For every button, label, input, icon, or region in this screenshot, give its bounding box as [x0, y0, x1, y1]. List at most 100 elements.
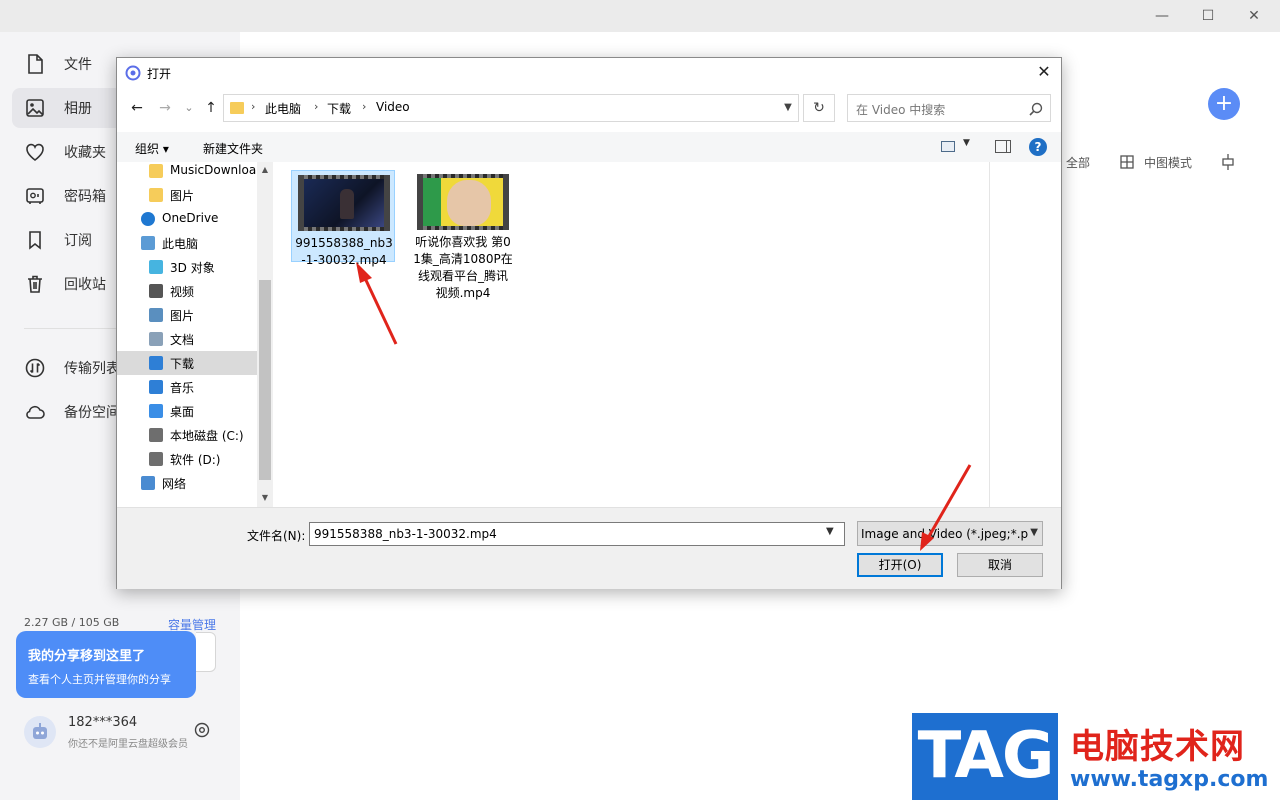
user-vip-status: 你还不是阿里云盘超级会员 — [68, 739, 188, 750]
view-options-icon[interactable] — [941, 141, 955, 152]
tree-item[interactable]: MusicDownloa — [117, 162, 257, 183]
up-button[interactable]: ↑ — [201, 98, 221, 118]
tree-item[interactable]: 音乐 — [117, 375, 257, 399]
chevron-down-icon: ▼ — [1028, 527, 1038, 538]
transfer-icon — [25, 358, 45, 378]
align-icon[interactable] — [1220, 153, 1236, 171]
dialog-close-button[interactable]: ✕ — [1029, 60, 1059, 84]
film-strip — [423, 226, 503, 230]
film-strip — [304, 175, 384, 179]
tree-item[interactable]: 此电脑 — [117, 231, 257, 255]
sidebar-item-label: 相册 — [64, 101, 92, 117]
open-button[interactable]: 打开(O) — [857, 553, 943, 577]
tree-item[interactable]: 网络 — [117, 471, 257, 495]
sidebar-item-label: 文件 — [64, 57, 92, 73]
dialog-title: 打开 — [147, 67, 172, 81]
tree-item[interactable]: 下载 — [117, 351, 257, 375]
preview-pane — [989, 162, 1061, 507]
add-button[interactable]: + — [1208, 88, 1240, 120]
tree-item[interactable]: 图片 — [117, 183, 257, 207]
chevron-down-icon[interactable]: ▼ — [826, 526, 834, 537]
file-type-value: Image and Video (*.jpeg;*.pn — [861, 527, 1036, 541]
new-folder-button[interactable]: 新建文件夹 — [203, 140, 263, 157]
breadcrumb-item[interactable]: 此电脑 — [265, 100, 301, 117]
scroll-up-arrow[interactable]: ▲ — [259, 164, 271, 176]
open-file-dialog: 打开 ✕ ← → ⌄ ↑ › 此电脑 › 下载 › Video ▼ ↻ 在 Vi… — [116, 57, 1062, 589]
tree-item-label: 图片 — [170, 189, 195, 203]
profile-card-edge[interactable] — [196, 632, 216, 672]
tree-item[interactable]: 本地磁盘 (C:) — [117, 423, 257, 447]
command-bar: 组织 ▾ 新建文件夹 ▼ ? — [117, 132, 1061, 162]
sidebar-item-label: 备份空间 — [64, 405, 120, 421]
file-icon — [28, 54, 43, 74]
avatar[interactable] — [24, 716, 56, 748]
breadcrumb-item[interactable]: 下载 — [327, 100, 351, 117]
folder-icon — [149, 164, 163, 178]
organize-menu[interactable]: 组织 ▾ — [135, 140, 169, 157]
tree-item[interactable]: 3D 对象 — [117, 255, 257, 279]
chevron-right-icon: › — [314, 100, 319, 113]
file-name: 听说你喜欢我 第01集_高清1080P在线观看平台_腾讯视频.mp4 — [413, 235, 513, 300]
dialog-footer: 文件名(N): 991558388_nb3-1-30032.mp4 ▼ Imag… — [117, 507, 1061, 589]
minimize-button[interactable]: — — [1152, 6, 1172, 26]
heart-icon — [26, 143, 44, 161]
share-tip-bubble[interactable]: 我的分享移到这里了 查看个人主页并管理你的分享 — [16, 631, 196, 698]
help-icon[interactable]: ? — [1029, 138, 1047, 156]
file-item[interactable]: 991558388_nb3-1-30032.mp4 — [291, 170, 395, 267]
chevron-down-icon[interactable]: ▼ — [963, 138, 970, 148]
tree-item[interactable]: 软件 (D:) — [117, 447, 257, 471]
filename-label: 文件名(N): — [247, 529, 306, 543]
forward-button[interactable]: → — [155, 98, 175, 118]
video-figure — [340, 189, 354, 219]
tree-scrollbar[interactable]: ▲ ▼ — [257, 162, 273, 507]
preview-pane-icon[interactable] — [995, 140, 1011, 153]
breadcrumb-item[interactable]: Video — [376, 100, 410, 114]
tree-item[interactable]: 视频 — [117, 279, 257, 303]
tree-item[interactable]: 图片 — [117, 303, 257, 327]
filename-input[interactable]: 991558388_nb3-1-30032.mp4 ▼ — [309, 522, 845, 546]
onedrive-icon — [141, 212, 155, 226]
chevron-down-icon[interactable]: ▼ — [780, 99, 796, 117]
robot-avatar-icon — [33, 723, 47, 739]
storage-usage-text: 2.27 GB / 105 GB — [24, 616, 120, 629]
trash-icon — [28, 275, 42, 293]
tree-item-label: 网络 — [162, 477, 187, 491]
refresh-button[interactable]: ↻ — [803, 94, 835, 122]
tree-item-label: 文档 — [170, 333, 195, 347]
scrollbar-thumb[interactable] — [259, 280, 271, 480]
pictures-icon — [149, 308, 163, 322]
tree-item[interactable]: OneDrive — [117, 207, 257, 231]
sidebar-item-label: 传输列表 — [64, 361, 120, 377]
tree-item-label: 桌面 — [170, 405, 195, 419]
file-item[interactable]: 听说你喜欢我 第01集_高清1080P在线观看平台_腾讯视频.mp4 — [411, 170, 515, 300]
tree-item[interactable]: 桌面 — [117, 399, 257, 423]
search-input[interactable]: 在 Video 中搜索 — [847, 94, 1051, 122]
tree-item[interactable]: 文档 — [117, 327, 257, 351]
address-bar[interactable]: › 此电脑 › 下载 › Video ▼ — [223, 94, 799, 122]
scroll-down-arrow[interactable]: ▼ — [259, 492, 271, 504]
recent-locations-button[interactable]: ⌄ — [179, 98, 199, 118]
video-face — [447, 180, 491, 226]
folder-icon — [230, 102, 244, 114]
tree-item-label: 音乐 — [170, 381, 195, 395]
filter-all[interactable]: 全部 — [1066, 154, 1090, 171]
view-mode-toggle[interactable]: 中图模式 — [1144, 154, 1192, 171]
grid-icon — [1120, 155, 1134, 169]
drive-icon — [149, 452, 163, 466]
file-type-select[interactable]: Image and Video (*.jpeg;*.pn ▼ — [857, 521, 1043, 546]
cancel-button[interactable]: 取消 — [957, 553, 1043, 577]
sidebar-item-label: 密码箱 — [64, 189, 106, 205]
chevron-right-icon: › — [251, 100, 256, 113]
watermark-text-block: 电脑技术网 www.tagxp.com — [1058, 713, 1276, 800]
maximize-button[interactable]: ☐ — [1198, 6, 1218, 26]
3d-objects-icon — [149, 260, 163, 274]
videos-icon — [149, 284, 163, 298]
back-button[interactable]: ← — [127, 98, 147, 118]
user-name[interactable]: 182***364 — [68, 715, 137, 730]
bookmark-icon — [29, 231, 41, 250]
navigation-bar: ← → ⌄ ↑ › 此电脑 › 下载 › Video ▼ ↻ 在 Video 中… — [117, 92, 1061, 124]
tree-item-label: 本地磁盘 (C:) — [170, 429, 244, 443]
watermark: TAG 电脑技术网 www.tagxp.com — [912, 713, 1276, 800]
settings-icon[interactable] — [192, 720, 212, 740]
close-app-button[interactable]: ✕ — [1244, 6, 1264, 26]
